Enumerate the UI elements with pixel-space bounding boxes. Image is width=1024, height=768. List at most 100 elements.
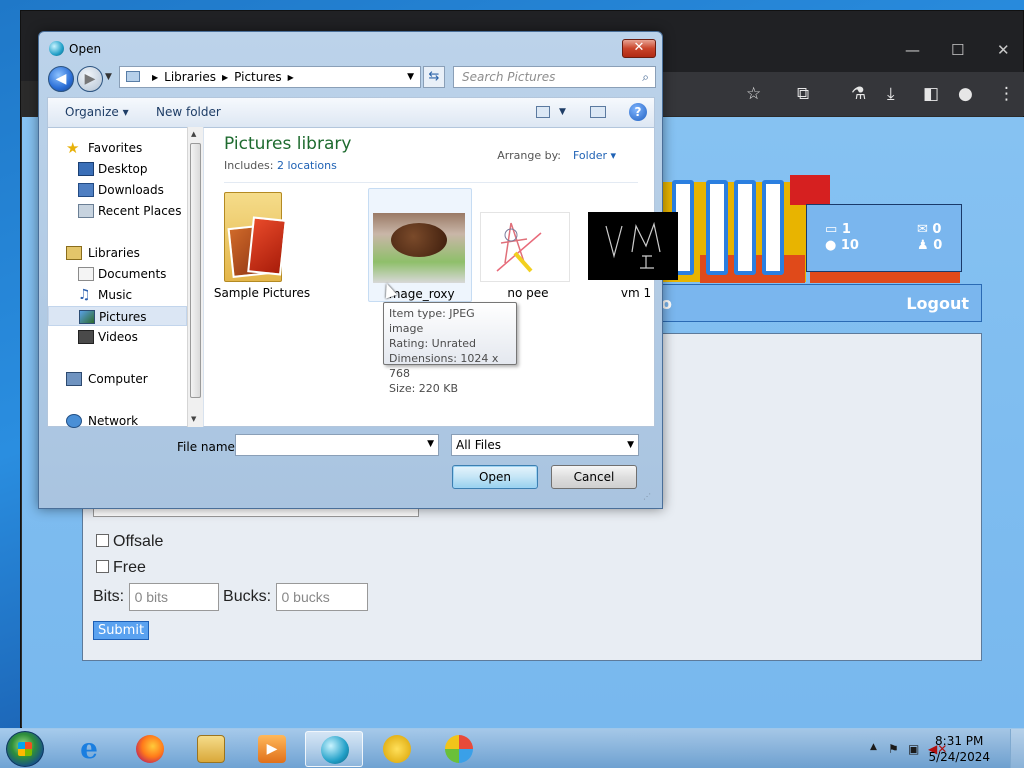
file-name-label: File name: (177, 440, 239, 454)
taskbar-explorer[interactable] (182, 731, 240, 767)
free-row[interactable]: Free (96, 559, 146, 577)
cancel-button[interactable]: Cancel (551, 465, 637, 489)
menu-kebab-icon[interactable]: ⋮ (998, 84, 1015, 104)
nav-recent-places[interactable]: Recent Places (48, 201, 187, 221)
open-file-dialog: Open ✕ ◀ ▶ ▼ ▶ Libraries ▶ Pictures ▶ ▼ ⇆ Se… (38, 31, 678, 509)
organize-button[interactable]: Organize ▾ (65, 105, 129, 119)
folder-preview-image (247, 216, 287, 276)
forward-button[interactable]: ▶ (77, 66, 103, 92)
locations-link[interactable]: 2 locations (277, 159, 337, 172)
address-dropdown-icon[interactable]: ▼ (407, 67, 414, 87)
arrange-by: Arrange by: Folder ▾ (497, 149, 616, 162)
dialog-close-button[interactable]: ✕ (622, 39, 656, 58)
offsale-row[interactable]: Offsale (96, 533, 163, 551)
view-dropdown-chevron-icon[interactable]: ▼ (559, 107, 566, 117)
stat-c: ✉ 0 (917, 222, 942, 237)
open-button[interactable]: Open (452, 465, 538, 489)
change-view-icon[interactable] (536, 106, 550, 118)
breadcrumb-arrow-icon[interactable]: ▶ (222, 73, 228, 82)
file-item-no-pee[interactable]: no pee (476, 188, 580, 302)
nav-pictures[interactable]: Pictures (48, 306, 187, 326)
bits-input[interactable]: 0 bits (128, 583, 219, 611)
download-icon[interactable]: ⤓ (887, 84, 895, 104)
firefox-icon (136, 735, 164, 763)
minimize-button[interactable]: — (905, 41, 920, 59)
library-icon (126, 71, 140, 82)
bookmark-star-icon[interactable]: ☆ (746, 84, 761, 104)
breadcrumb-arrow-icon[interactable]: ▶ (152, 73, 158, 82)
nav-computer[interactable]: Computer (48, 369, 187, 389)
breadcrumb-libraries[interactable]: Libraries (164, 70, 216, 84)
labs-flask-icon[interactable]: ⚗ (851, 84, 866, 104)
downloads-folder-icon (78, 183, 94, 197)
nav-music[interactable]: ♫ Music (48, 285, 187, 305)
taskbar-firefox[interactable] (121, 731, 179, 767)
action-center-flag-icon[interactable]: ⚑ (888, 742, 899, 756)
network-icon (66, 414, 82, 428)
search-placeholder: Search Pictures (462, 70, 556, 84)
nav-libraries[interactable]: Libraries (48, 243, 187, 263)
taskbar-internet-explorer[interactable]: e (60, 731, 118, 767)
resize-grip-icon[interactable]: ⋰ (643, 492, 651, 501)
scroll-thumb[interactable] (190, 143, 201, 398)
libraries-icon (66, 246, 82, 260)
profile-avatar-icon[interactable]: ● (958, 84, 973, 104)
videos-icon (78, 330, 94, 344)
nav-scrollbar[interactable]: ▲ ▼ (187, 127, 203, 427)
arrange-by-dropdown[interactable]: Folder ▾ (573, 149, 616, 162)
file-type-select[interactable]: All Files ▼ (451, 434, 639, 456)
taskbar-media-player[interactable]: ▶ (243, 731, 301, 767)
file-info-tooltip: Item type: JPEG image Rating: Unrated Di… (383, 302, 517, 395)
nav-desktop[interactable]: Desktop (48, 159, 187, 179)
show-hidden-icons-chevron-icon[interactable]: ▲ (870, 742, 877, 752)
offsale-checkbox[interactable] (96, 534, 109, 547)
network-icon[interactable]: ▣ (908, 742, 919, 756)
file-name-dropdown-icon[interactable]: ▼ (427, 439, 434, 449)
library-includes: Includes: 2 locations (224, 159, 337, 172)
maximize-button[interactable]: ☐ (951, 41, 964, 59)
nav-videos[interactable]: Videos (48, 327, 187, 347)
free-checkbox[interactable] (96, 560, 109, 573)
logout-link[interactable]: Logout (906, 294, 969, 313)
taskbar-active-app[interactable] (305, 731, 363, 767)
breadcrumb-pictures[interactable]: Pictures (234, 70, 282, 84)
file-item-vm-1[interactable]: vm 1 (584, 188, 688, 302)
close-button[interactable]: ✕ (997, 41, 1010, 59)
extensions-icon[interactable]: ⧉ (797, 84, 809, 104)
address-bar[interactable]: ▶ Libraries ▶ Pictures ▶ ▼ (119, 66, 421, 88)
offsale-label: Offsale (113, 533, 164, 550)
file-item-sample-pictures[interactable]: Sample Pictures (210, 188, 314, 302)
start-button[interactable] (6, 731, 44, 767)
dialog-footer: File name: ▼ All Files ▼ Open Cancel ⋰ (47, 427, 655, 505)
submit-button[interactable]: Submit (93, 621, 149, 640)
file-type-dropdown-icon[interactable]: ▼ (627, 435, 634, 455)
free-label: Free (113, 559, 146, 576)
nav-documents[interactable]: Documents (48, 264, 187, 284)
bee-icon (383, 735, 411, 763)
vm-thumbnail (588, 212, 678, 280)
show-desktop-button[interactable] (1010, 729, 1024, 768)
user-stats-box: ▭ 1 ● 10 ✉ 0 ♟ 0 (806, 204, 962, 272)
breadcrumb-arrow-icon[interactable]: ▶ (288, 73, 294, 82)
scroll-down-icon[interactable]: ▼ (191, 415, 196, 423)
scroll-up-icon[interactable]: ▲ (191, 130, 196, 138)
preview-pane-icon[interactable] (590, 106, 606, 118)
back-button[interactable]: ◀ (48, 66, 74, 92)
refresh-button[interactable]: ⇆ (423, 66, 445, 88)
internet-explorer-icon: e (80, 732, 98, 765)
new-folder-button[interactable]: New folder (156, 105, 221, 119)
help-icon[interactable]: ? (629, 103, 647, 121)
search-input[interactable]: Search Pictures ⌕ (453, 66, 656, 88)
side-panel-icon[interactable]: ◧ (923, 84, 939, 104)
bucks-label: Bucks: (223, 588, 272, 606)
bucks-input[interactable]: 0 bucks (275, 583, 368, 611)
clock[interactable]: 8:31 PM 5/24/2024 (928, 733, 990, 765)
nav-favorites[interactable]: ★ Favorites (48, 138, 187, 158)
taskbar-bee-app[interactable] (368, 731, 426, 767)
search-icon[interactable]: ⌕ (642, 67, 649, 87)
taskbar-paint[interactable] (430, 731, 488, 767)
recent-pages-chevron-icon[interactable]: ▼ (105, 72, 112, 82)
sketch-drawing (496, 222, 542, 273)
file-name-input[interactable]: ▼ (235, 434, 439, 456)
nav-downloads[interactable]: Downloads (48, 180, 187, 200)
